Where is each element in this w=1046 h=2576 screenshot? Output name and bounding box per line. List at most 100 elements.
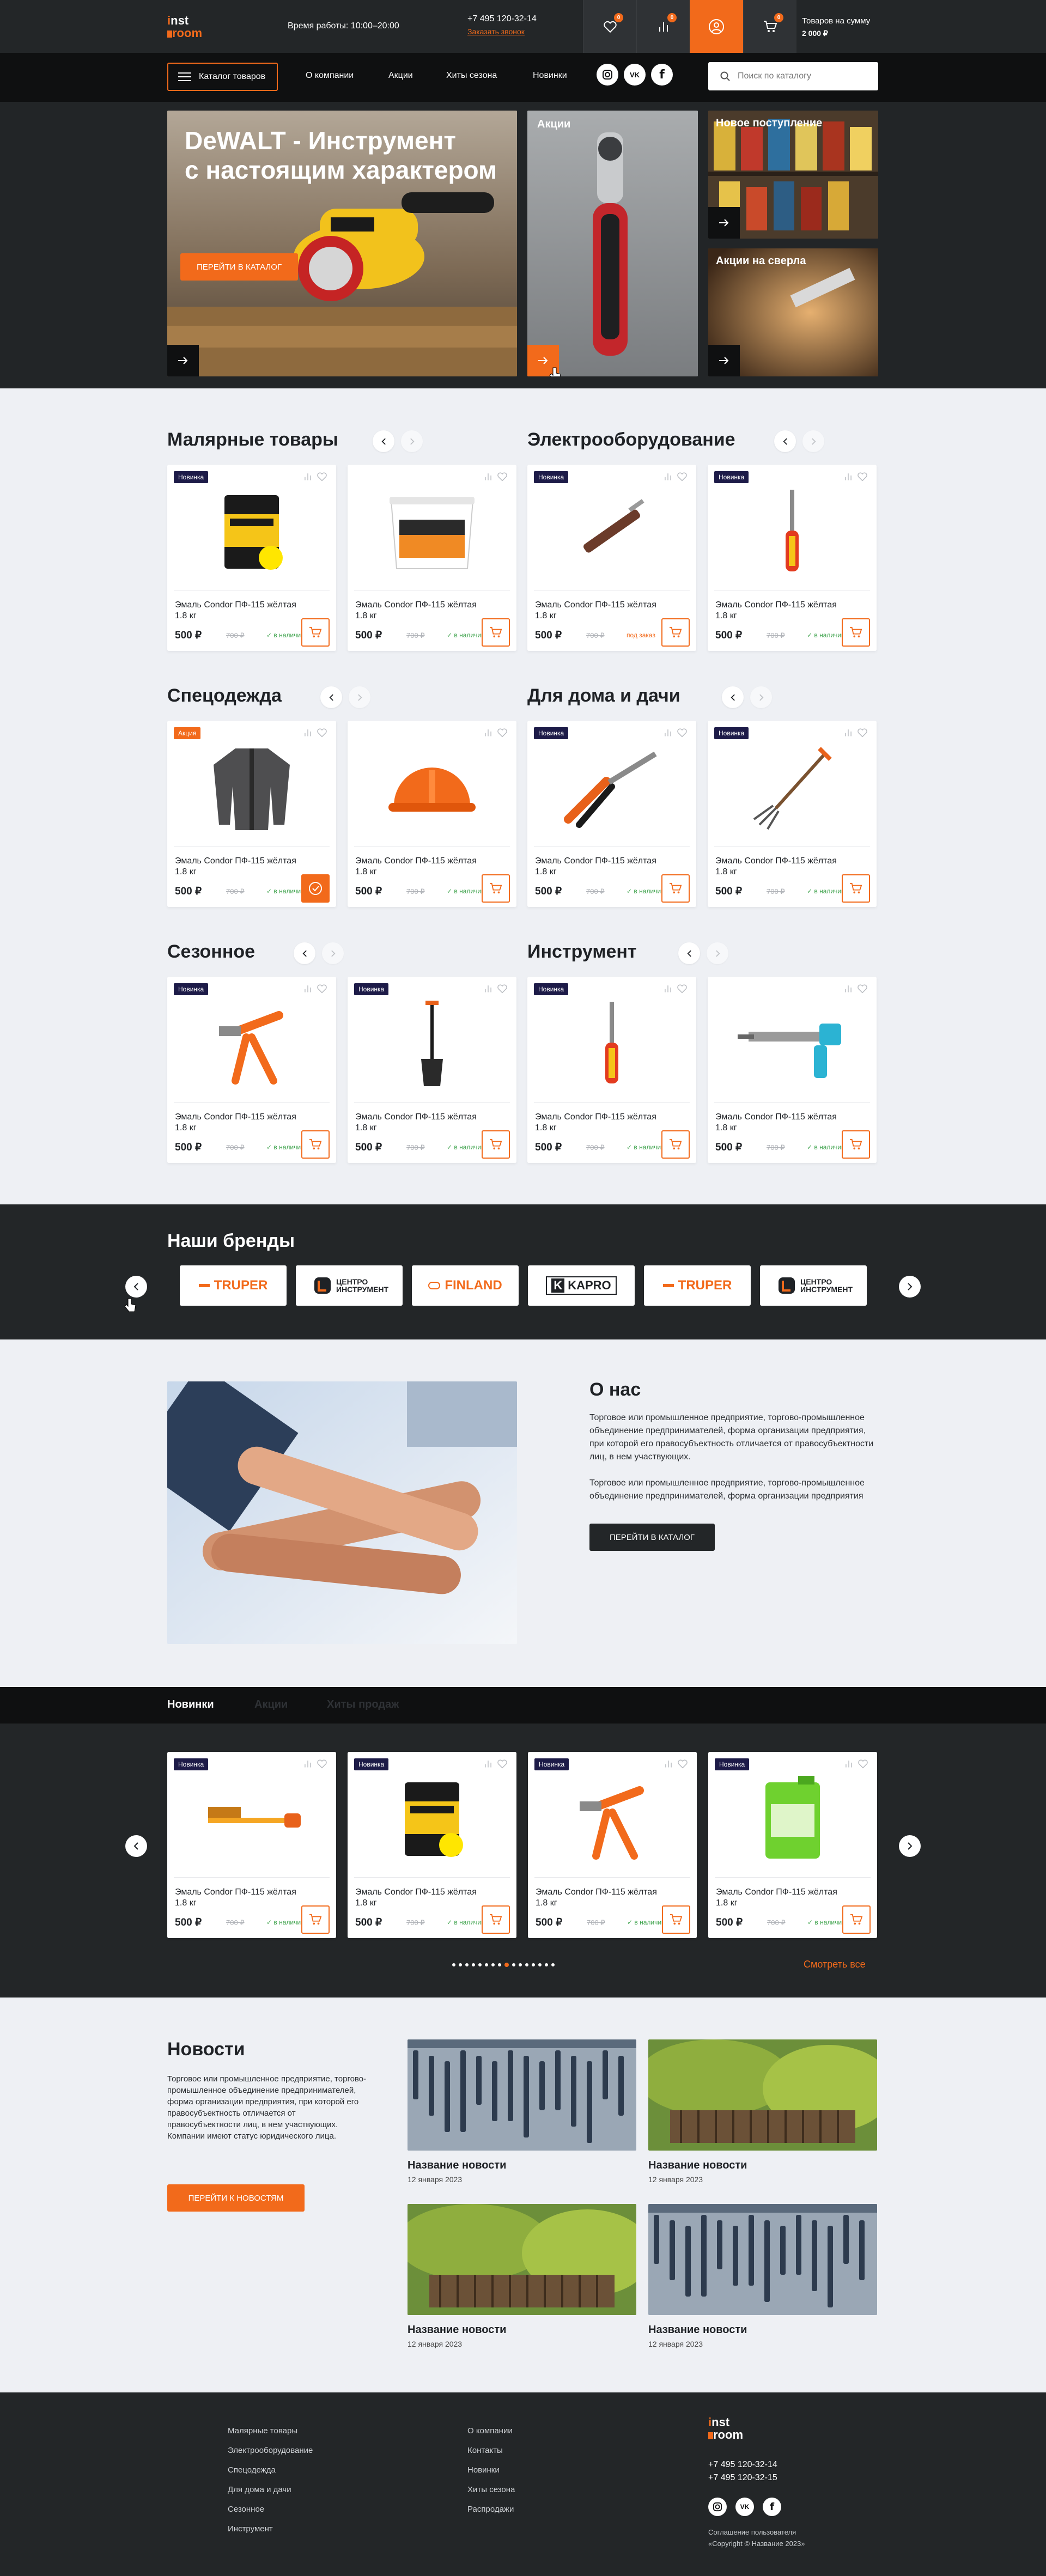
- tab-new[interactable]: Новинки: [167, 1698, 214, 1711]
- product-card[interactable]: Новинка Эмаль Condor ПФ-115 жёлтая 1.8 кг…: [528, 1752, 697, 1938]
- new-prev-button[interactable]: [125, 1835, 147, 1857]
- news-item-title[interactable]: Название новости: [408, 2324, 636, 2336]
- carousel-dot[interactable]: [551, 1963, 555, 1966]
- product-card[interactable]: Эмаль Condor ПФ-115 жёлтая 1.8 кг 500 ₽ 7…: [348, 465, 516, 651]
- compare-icon[interactable]: [844, 984, 853, 993]
- product-name[interactable]: Эмаль Condor ПФ-115 жёлтая 1.8 кг: [355, 600, 491, 622]
- footer-link[interactable]: Контакты: [467, 2446, 503, 2455]
- catalog-button[interactable]: Каталог товаров: [167, 63, 278, 91]
- add-to-cart-button[interactable]: [482, 1905, 510, 1934]
- compare-icon[interactable]: [303, 1759, 312, 1768]
- product-card[interactable]: Новинка Эмаль Condor ПФ-115 жёлтая 1.8 кг…: [167, 465, 336, 651]
- add-to-cart-button[interactable]: [482, 1130, 510, 1159]
- heart-icon[interactable]: [857, 472, 868, 482]
- product-image[interactable]: [544, 740, 680, 833]
- compare-icon[interactable]: [484, 472, 492, 481]
- heart-icon[interactable]: [857, 728, 868, 738]
- news-card[interactable]: Название новости 12 января 2023: [408, 2039, 636, 2184]
- product-image[interactable]: [184, 740, 320, 833]
- carousel-dot[interactable]: [491, 1963, 495, 1966]
- cart-summary[interactable]: Товаров на сумму 2 000 ₽: [802, 15, 870, 39]
- product-card[interactable]: Новинка Эмаль Condor ПФ-115 жёлтая 1.8 кг…: [167, 977, 336, 1163]
- heart-icon[interactable]: [497, 728, 508, 738]
- brand-logo[interactable]: FINLAND: [412, 1265, 519, 1306]
- facebook-icon[interactable]: f: [651, 64, 673, 86]
- news-item-title[interactable]: Название новости: [648, 2159, 877, 2172]
- news-image[interactable]: [648, 2039, 877, 2151]
- product-image[interactable]: [364, 996, 500, 1089]
- add-to-cart-button[interactable]: [661, 874, 690, 903]
- carousel-dot[interactable]: [519, 1963, 522, 1966]
- product-card[interactable]: Новинка Эмаль Condor ПФ-115 жёлтая 1.8 кг…: [527, 465, 696, 651]
- vk-icon[interactable]: VK: [735, 2498, 754, 2516]
- footer-link[interactable]: Новинки: [467, 2465, 500, 2475]
- news-card[interactable]: Название новости 12 января 2023: [648, 2039, 877, 2184]
- footer-phone-1[interactable]: +7 495 120-32-14: [708, 2460, 777, 2470]
- section-prev-button[interactable]: [294, 942, 315, 964]
- carousel-dot[interactable]: [472, 1963, 475, 1966]
- section-prev-button[interactable]: [774, 430, 796, 452]
- search-input[interactable]: [738, 71, 868, 81]
- footer-link[interactable]: Сезонное: [228, 2505, 264, 2514]
- section-next-button[interactable]: [401, 430, 423, 452]
- product-name[interactable]: Эмаль Condor ПФ-115 жёлтая 1.8 кг: [715, 856, 852, 878]
- news-card[interactable]: Название новости 12 января 2023: [408, 2204, 636, 2348]
- brands-prev-button[interactable]: [125, 1276, 147, 1298]
- add-to-cart-button[interactable]: [662, 1905, 690, 1934]
- add-to-cart-button[interactable]: [661, 1130, 690, 1159]
- promo-banner[interactable]: Акции: [527, 111, 698, 376]
- compare-icon[interactable]: [664, 472, 672, 481]
- add-to-cart-button[interactable]: [301, 1905, 330, 1934]
- heart-icon[interactable]: [317, 472, 327, 482]
- section-next-button[interactable]: [322, 942, 344, 964]
- product-card[interactable]: Новинка Эмаль Condor ПФ-115 жёлтая 1.8 кг…: [708, 465, 877, 651]
- product-image[interactable]: [184, 996, 320, 1089]
- news-image[interactable]: [648, 2204, 877, 2315]
- product-name[interactable]: Эмаль Condor ПФ-115 жёлтая 1.8 кг: [716, 1887, 852, 1909]
- product-name[interactable]: Эмаль Condor ПФ-115 жёлтая 1.8 кг: [536, 1887, 672, 1909]
- section-prev-button[interactable]: [722, 686, 744, 708]
- carousel-dot[interactable]: [525, 1963, 528, 1966]
- section-prev-button[interactable]: [320, 686, 342, 708]
- product-name[interactable]: Эмаль Condor ПФ-115 жёлтая 1.8 кг: [175, 600, 311, 622]
- carousel-dot[interactable]: [532, 1963, 535, 1966]
- brand-logo[interactable]: ЦЕНТРО ИНСТРУМЕНТ: [296, 1265, 403, 1306]
- footer-logo[interactable]: inst room: [708, 2416, 760, 2442]
- callback-link[interactable]: Заказать звонок: [467, 27, 525, 36]
- brand-logo[interactable]: TRUPER: [180, 1265, 287, 1306]
- footer-phone-2[interactable]: +7 495 120-32-15: [708, 2473, 777, 2483]
- compare-icon[interactable]: [484, 984, 492, 993]
- carousel-dots[interactable]: [452, 1963, 555, 1967]
- carousel-dot[interactable]: [478, 1963, 482, 1966]
- compare-icon[interactable]: [844, 1759, 853, 1768]
- carousel-dot[interactable]: [498, 1963, 501, 1966]
- compare-button[interactable]: 0: [636, 0, 690, 53]
- news-image[interactable]: [408, 2204, 636, 2315]
- instagram-icon[interactable]: [597, 64, 618, 86]
- compare-icon[interactable]: [303, 472, 312, 481]
- compare-icon[interactable]: [303, 984, 312, 993]
- product-name[interactable]: Эмаль Condor ПФ-115 жёлтая 1.8 кг: [535, 600, 671, 622]
- nav-new[interactable]: Новинки: [533, 71, 567, 81]
- carousel-dot[interactable]: [504, 1963, 509, 1967]
- vk-icon[interactable]: VK: [624, 64, 646, 86]
- heart-icon[interactable]: [677, 728, 688, 738]
- add-to-cart-button[interactable]: [842, 1130, 870, 1159]
- product-image[interactable]: [364, 1771, 500, 1864]
- new-arrivals-arrow-button[interactable]: [708, 207, 740, 239]
- tab-promos[interactable]: Акции: [254, 1698, 288, 1711]
- section-prev-button[interactable]: [373, 430, 394, 452]
- compare-icon[interactable]: [844, 472, 853, 481]
- product-name[interactable]: Эмаль Condor ПФ-115 жёлтая 1.8 кг: [175, 856, 311, 878]
- nav-about[interactable]: О компании: [306, 71, 354, 81]
- product-image[interactable]: [544, 996, 680, 1089]
- product-name[interactable]: Эмаль Condor ПФ-115 жёлтая 1.8 кг: [355, 1887, 491, 1909]
- favorites-button[interactable]: 0: [583, 0, 636, 53]
- carousel-dot[interactable]: [485, 1963, 488, 1966]
- section-prev-button[interactable]: [678, 942, 700, 964]
- product-name[interactable]: Эмаль Condor ПФ-115 жёлтая 1.8 кг: [535, 1112, 671, 1134]
- compare-icon[interactable]: [303, 728, 312, 737]
- new-arrivals-banner[interactable]: Новое поступление: [708, 111, 878, 239]
- product-name[interactable]: Эмаль Condor ПФ-115 жёлтая 1.8 кг: [355, 1112, 491, 1134]
- heart-icon[interactable]: [317, 984, 327, 994]
